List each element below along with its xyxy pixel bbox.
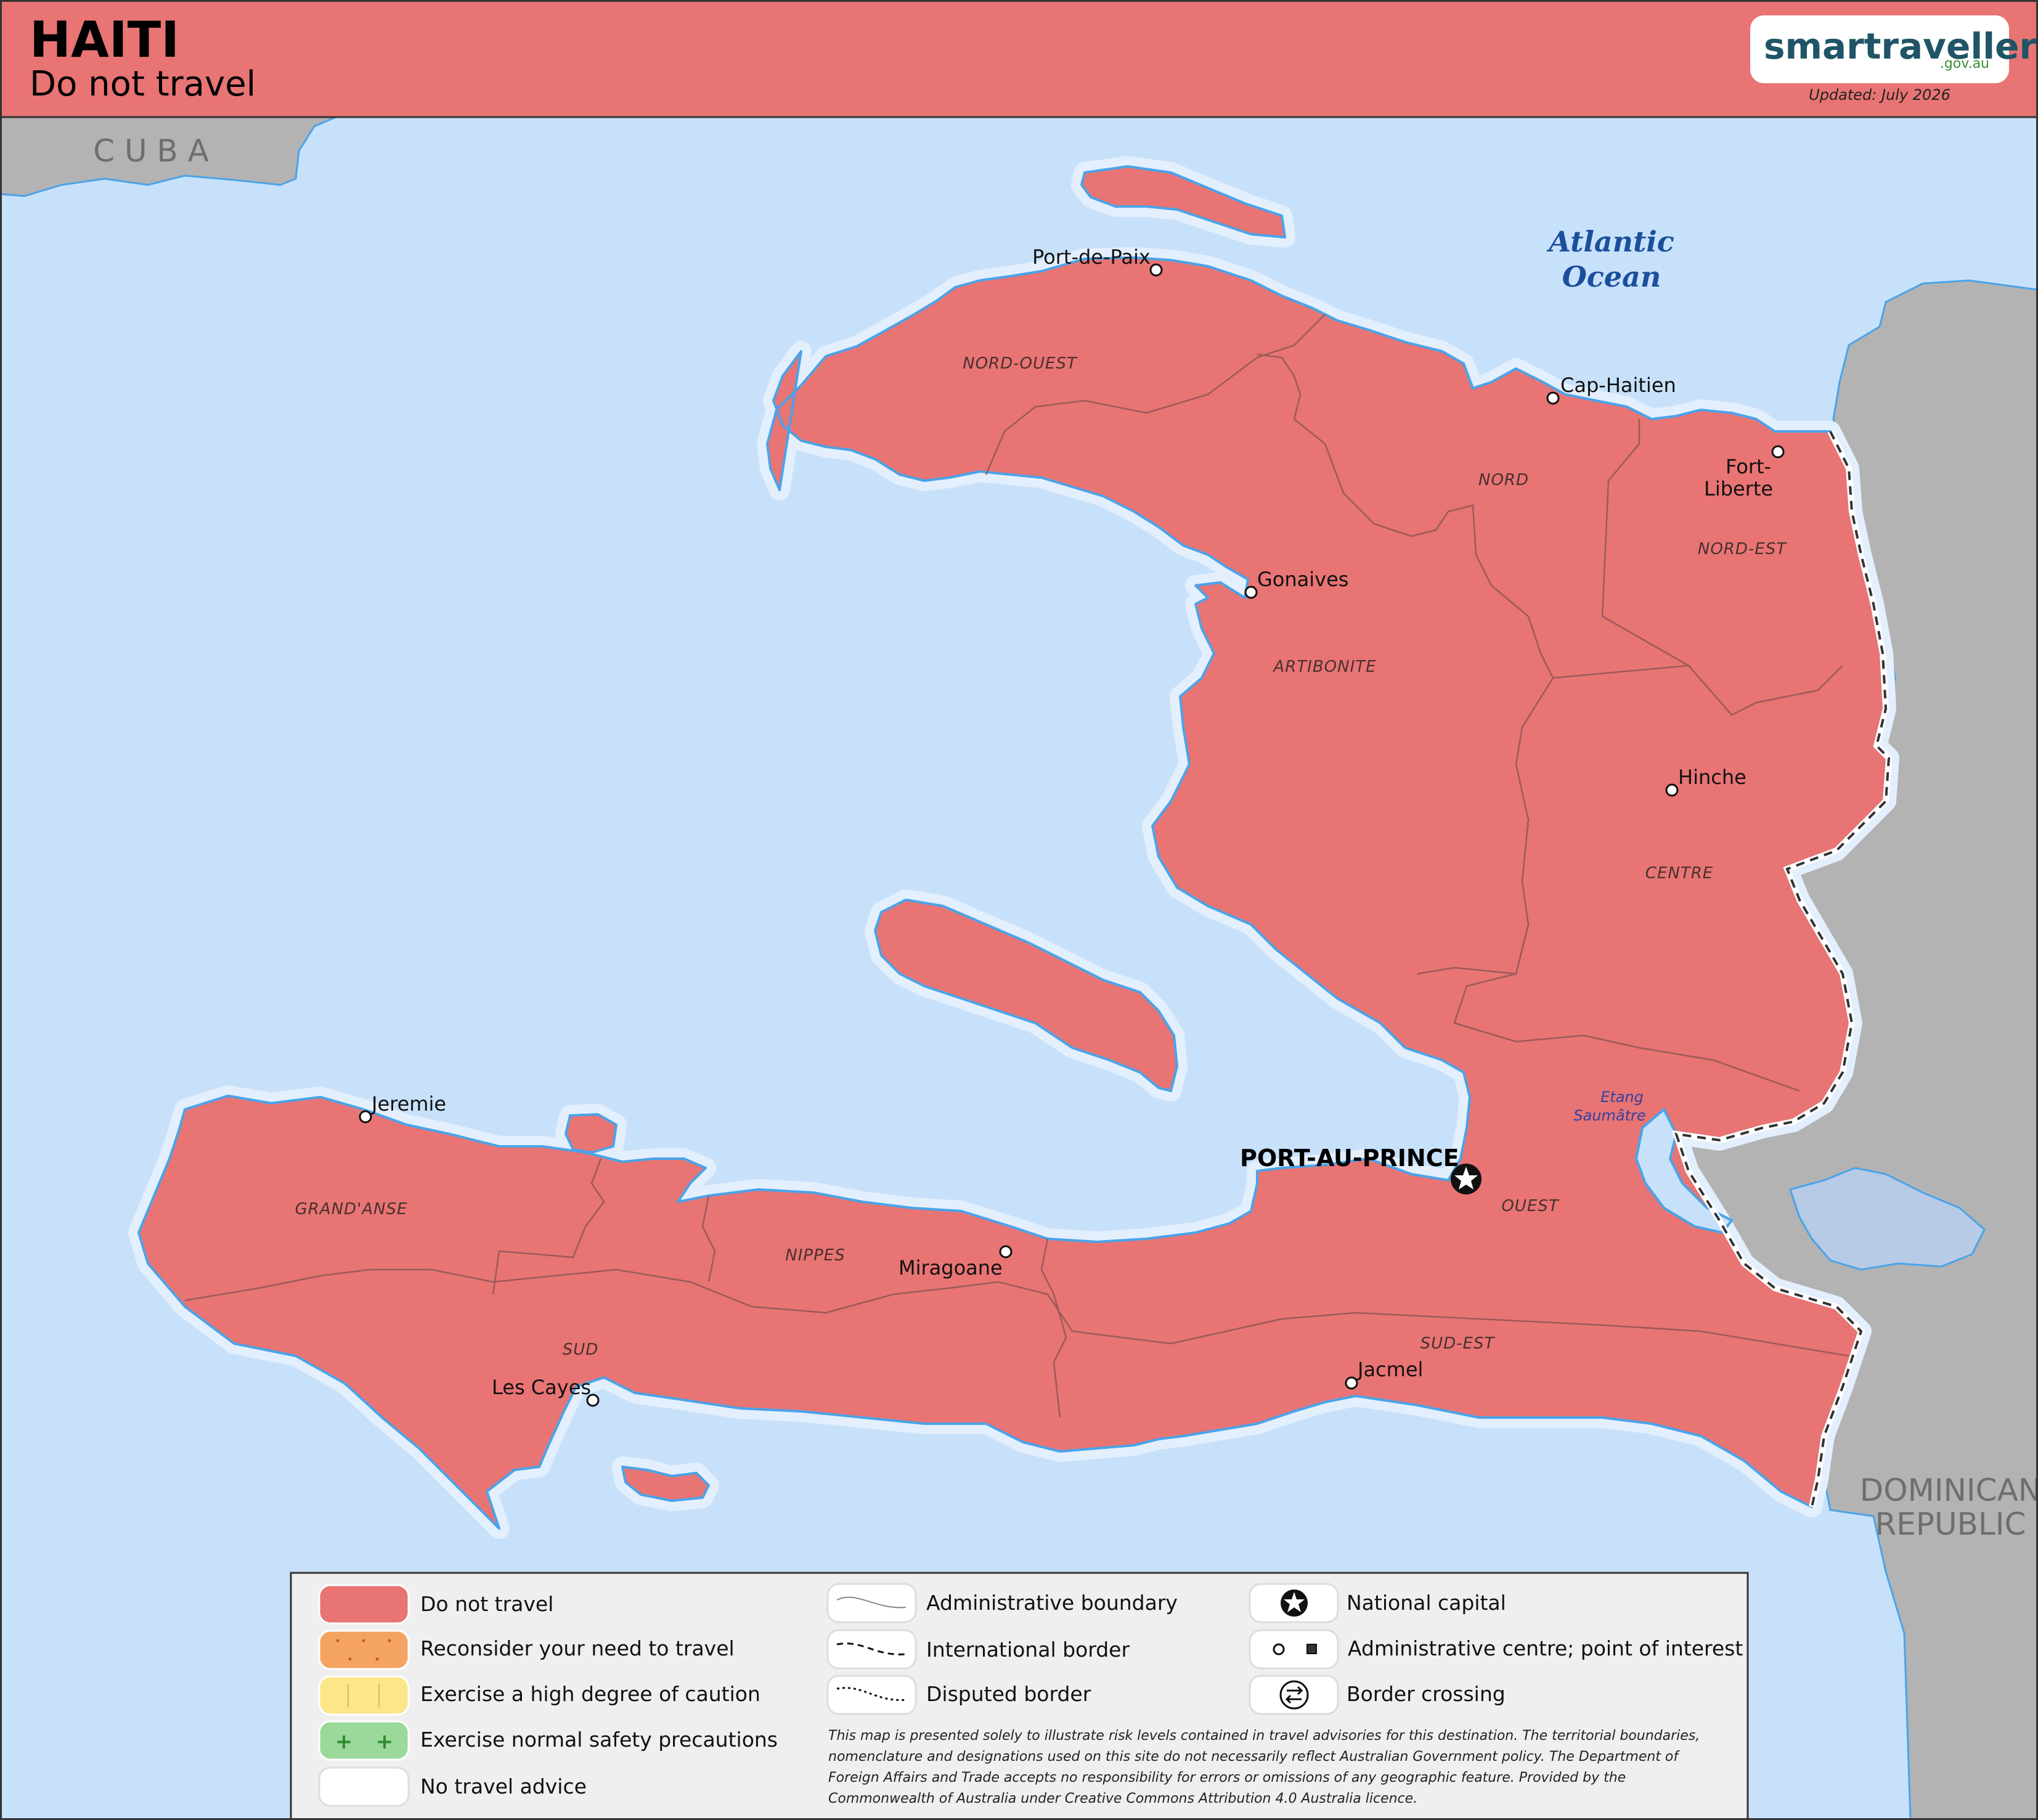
city-fort-liberte-2: Liberte xyxy=(1704,477,1773,500)
city-jacmel: Jacmel xyxy=(1356,1358,1423,1381)
city-jeremie: Jeremie xyxy=(370,1092,446,1116)
page-title: HAITI xyxy=(30,11,179,68)
region-centre: CENTRE xyxy=(1645,864,1713,883)
swatch-do-not-travel xyxy=(318,1584,410,1625)
city-les-cayes: Les Cayes xyxy=(492,1376,591,1399)
logo-main-text: smartraveller xyxy=(1764,25,2037,67)
region-nippes: NIPPES xyxy=(785,1246,845,1265)
updated-date: Updated: July 2026 xyxy=(1809,86,1950,104)
city-dot-jeremie xyxy=(359,1110,372,1124)
region-artibonite: ARTIBONITE xyxy=(1272,658,1376,676)
city-dot-cap-haitien xyxy=(1546,391,1560,405)
admin-boundary-icon xyxy=(826,1583,917,1623)
city-dot-gonaives xyxy=(1244,586,1258,599)
legend-national-capital: National capital xyxy=(1347,1591,1506,1615)
legend-admin-boundary: Administrative boundary xyxy=(926,1591,1178,1615)
star-icon xyxy=(1249,1583,1339,1623)
label-ocean-1: Atlantic xyxy=(1546,225,1674,258)
label-lake-1: Etang xyxy=(1600,1088,1644,1106)
svg-text:+: + xyxy=(376,1729,394,1754)
legend-international-border: International border xyxy=(926,1638,1130,1662)
label-lake-2: Saumâtre xyxy=(1573,1107,1645,1124)
svg-text:+: + xyxy=(335,1729,353,1754)
city-port-de-paix: Port-de-Paix xyxy=(1032,245,1151,269)
cayemites-island xyxy=(565,1113,618,1154)
disclaimer-line-4: Commonwealth of Australia under Creative… xyxy=(828,1791,1417,1806)
region-nord-ouest: NORD-OUEST xyxy=(963,354,1078,373)
region-sud: SUD xyxy=(563,1341,599,1359)
legend-no-advice: No travel advice xyxy=(420,1774,587,1798)
legend-reconsider: Reconsider your need to travel xyxy=(420,1636,735,1660)
legend-high-caution: Exercise a high degree of caution xyxy=(420,1682,760,1706)
swatch-reconsider xyxy=(318,1630,410,1670)
region-nord: NORD xyxy=(1478,471,1529,489)
swatch-normal: + + xyxy=(318,1720,410,1761)
swatch-no-advice xyxy=(318,1766,410,1807)
logo-sub-text: .gov.au xyxy=(1940,56,1989,71)
legend-normal: Exercise normal safety precautions xyxy=(420,1728,778,1752)
legend-border-crossing: Border crossing xyxy=(1347,1682,1506,1706)
international-border-icon xyxy=(826,1629,917,1670)
label-dominican-1: DOMINICAN xyxy=(1860,1472,2038,1508)
city-dot-jacmel xyxy=(1345,1376,1358,1390)
region-sud-est: SUD-EST xyxy=(1420,1334,1496,1353)
label-cuba: C U B A xyxy=(93,133,209,169)
city-dot-hinche xyxy=(1665,783,1679,797)
region-ouest: OUEST xyxy=(1501,1197,1559,1215)
circle-square-icon xyxy=(1249,1629,1339,1670)
travel-advisory-map: HAITI Do not travel smartraveller .gov.a… xyxy=(0,0,2038,1820)
region-grandanse: GRAND'ANSE xyxy=(295,1200,408,1218)
arrows-icon xyxy=(1249,1675,1339,1715)
label-ocean-2: Ocean xyxy=(1562,260,1661,293)
disclaimer-line-2: nomenclature and designations used on th… xyxy=(828,1749,1680,1765)
city-hinche: Hinche xyxy=(1678,765,1747,789)
city-miragoane: Miragoane xyxy=(899,1256,1003,1279)
disputed-border-icon xyxy=(826,1675,917,1715)
page-subtitle: Do not travel xyxy=(30,64,256,104)
label-dominican-2: REPUBLIC xyxy=(1875,1506,2026,1542)
legend-disputed-border: Disputed border xyxy=(926,1682,1091,1706)
capital-label: PORT-AU-PRINCE xyxy=(1240,1145,1459,1172)
disclaimer-line-3: Foreign Affairs and Trade accepts no res… xyxy=(828,1770,1626,1785)
region-nord-est: NORD-EST xyxy=(1698,540,1787,558)
city-cap-haitien: Cap-Haitien xyxy=(1560,373,1676,397)
city-dot-port-de-paix xyxy=(1149,263,1163,277)
legend-do-not-travel: Do not travel xyxy=(420,1592,553,1616)
legend-admin-centre: Administrative centre; point of interest xyxy=(1348,1636,1743,1660)
city-gonaives: Gonaives xyxy=(1257,568,1348,591)
city-fort-liberte-1: Fort- xyxy=(1726,455,1771,478)
city-dot-fort-liberte xyxy=(1771,445,1785,459)
swatch-high-caution xyxy=(318,1675,410,1716)
disclaimer-line-1: This map is presented solely to illustra… xyxy=(828,1728,1700,1744)
header-band xyxy=(0,0,2038,118)
